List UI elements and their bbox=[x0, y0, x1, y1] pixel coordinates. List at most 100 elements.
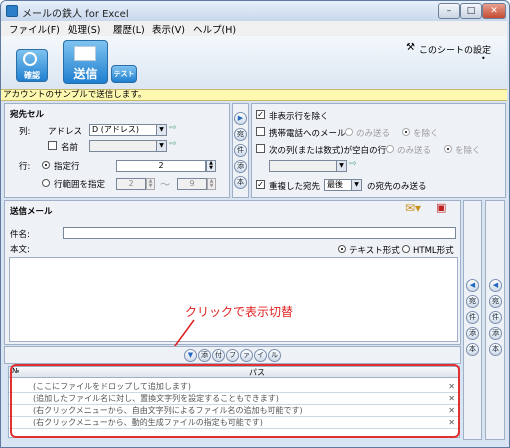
toggle-recipients-3[interactable]: 宛 bbox=[489, 295, 502, 308]
menu-view[interactable]: 表示(V) bbox=[152, 22, 185, 36]
name-column-select[interactable]: ▼ bbox=[89, 140, 167, 152]
range-from-spinner[interactable]: ▲ ▼ bbox=[146, 178, 155, 190]
attach-tab-5[interactable]: イ bbox=[254, 349, 267, 362]
duplicate-label: 重複した宛先 bbox=[269, 182, 321, 192]
duplicate-checkbox[interactable]: ✓ bbox=[256, 180, 265, 189]
toggle-body-2[interactable]: 本 bbox=[466, 343, 479, 356]
menu-process[interactable]: 処理(S) bbox=[68, 22, 100, 36]
name-checkbox[interactable] bbox=[48, 141, 57, 150]
duplicate-suffix: の宛先のみ送る bbox=[367, 182, 427, 192]
subject-input[interactable] bbox=[63, 227, 456, 239]
arrow-right-icon: ⇨ bbox=[349, 159, 357, 169]
blank-row-label: 次の列(または数式)が空白の行 bbox=[269, 146, 387, 156]
range-to-input[interactable]: 9 bbox=[177, 178, 207, 190]
hammer-icon: ⚒ bbox=[406, 42, 415, 53]
body-label: 本文: bbox=[10, 245, 30, 255]
text-format-label: テキスト形式 bbox=[349, 246, 400, 256]
toggle-recipients-2[interactable]: 宛 bbox=[466, 295, 479, 308]
row-label: 行: bbox=[19, 162, 31, 172]
specified-row-radio[interactable] bbox=[42, 161, 50, 169]
attach-tab-6[interactable]: ル bbox=[268, 349, 281, 362]
duplicate-value: 最後 bbox=[327, 180, 343, 189]
toggle-body[interactable]: 本 bbox=[234, 176, 247, 189]
menu-history[interactable]: 履歴(L) bbox=[113, 22, 145, 36]
duplicate-select[interactable]: 最後 ▼ bbox=[324, 179, 362, 191]
specified-row-label: 指定行 bbox=[54, 162, 80, 172]
toggle-subject-2[interactable]: 件 bbox=[466, 311, 479, 324]
recipients-panel: 宛先セル 列: アドレス D (アドレス) ▼ ⇨ 名前 ▼ ⇨ 行: 指定行 2… bbox=[4, 103, 230, 198]
clear-icon[interactable]: ▣ bbox=[436, 201, 446, 214]
mail-title: 送信メール bbox=[10, 207, 53, 217]
collapse-arrow-icon[interactable]: ◀ bbox=[489, 279, 502, 292]
dropdown-arrow-icon: ▼ bbox=[351, 180, 361, 190]
attach-tab-4[interactable]: ァ bbox=[240, 349, 253, 362]
blank-exclude-label: を除く bbox=[455, 146, 481, 156]
toggle-attach-2[interactable]: 添 bbox=[466, 327, 479, 340]
html-format-label: HTML形式 bbox=[413, 246, 454, 256]
toggle-body-3[interactable]: 本 bbox=[489, 343, 502, 356]
test-button[interactable]: テスト bbox=[111, 65, 137, 83]
collapse-arrow-icon[interactable]: ◀ bbox=[466, 279, 479, 292]
app-icon bbox=[6, 5, 18, 17]
mobile-only-send-radio[interactable] bbox=[345, 128, 353, 136]
toggle-attach-3[interactable]: 添 bbox=[489, 327, 502, 340]
row-spinner[interactable]: ▲ ▼ bbox=[206, 160, 216, 172]
envelope-icon bbox=[74, 46, 96, 61]
close-button[interactable]: ✕ bbox=[482, 3, 506, 19]
side-toggle-bar-top: ▶ 宛 件 添 本 bbox=[232, 103, 249, 198]
confirm-label: 確認 bbox=[24, 71, 40, 80]
subject-label: 件名: bbox=[10, 230, 30, 240]
attach-tab-2[interactable]: 付 bbox=[212, 349, 225, 362]
attach-tab-strip: ▼ 添 付 フ ァ イ ル bbox=[4, 346, 461, 364]
column-label: 列: bbox=[19, 127, 31, 137]
row-range-label: 行範囲を指定 bbox=[54, 180, 106, 190]
menu-help[interactable]: ヘルプ(H) bbox=[193, 22, 236, 36]
mobile-exclude-label: を除く bbox=[413, 129, 439, 139]
collapse-down-icon[interactable]: ▼ bbox=[184, 349, 197, 362]
range-to-spinner[interactable]: ▲ ▼ bbox=[207, 178, 216, 190]
dropdown-arrow-icon: ▼ bbox=[336, 161, 346, 171]
address-column-select[interactable]: D (アドレス) ▼ bbox=[89, 124, 167, 136]
toggle-subject-3[interactable]: 件 bbox=[489, 311, 502, 324]
send-label: 送信 bbox=[73, 67, 98, 81]
minimize-button[interactable]: – bbox=[438, 3, 460, 19]
blank-only-send-label: のみ送る bbox=[397, 146, 432, 156]
toolbar: 確認 送信 テスト ⚒ このシートの設定 • bbox=[1, 36, 507, 89]
annotation-text: クリックで表示切替 bbox=[185, 305, 294, 319]
text-format-radio[interactable] bbox=[338, 245, 346, 253]
blank-column-select[interactable]: ▼ bbox=[269, 160, 347, 172]
dot-icon: • bbox=[481, 54, 486, 63]
maximize-button[interactable]: □ bbox=[460, 3, 482, 19]
body-textarea[interactable] bbox=[9, 257, 458, 342]
row-range-radio[interactable] bbox=[42, 179, 50, 187]
mobile-only-send-label: のみ送る bbox=[356, 129, 391, 139]
toggle-subject[interactable]: 件 bbox=[234, 144, 247, 157]
html-format-radio[interactable] bbox=[402, 245, 410, 253]
exclude-hidden-checkbox[interactable]: ✓ bbox=[256, 110, 265, 119]
blank-row-checkbox[interactable] bbox=[256, 144, 265, 153]
dropdown-arrow-icon: ▼ bbox=[156, 125, 166, 135]
specified-row-input[interactable]: 2 bbox=[116, 160, 206, 172]
range-from-input[interactable]: 2 bbox=[116, 178, 146, 190]
attach-tab-1[interactable]: 添 bbox=[198, 349, 211, 362]
attach-tab-3[interactable]: フ bbox=[226, 349, 239, 362]
name-label: 名前 bbox=[61, 143, 79, 153]
menu-file[interactable]: ファイル(F) bbox=[9, 22, 60, 36]
mobile-mail-checkbox[interactable] bbox=[256, 127, 265, 136]
annotation-highlight-box bbox=[10, 364, 460, 438]
arrow-right-icon: ⇨ bbox=[169, 139, 177, 149]
recipients-title: 宛先セル bbox=[10, 110, 45, 120]
address-column-value: D (アドレス) bbox=[92, 125, 139, 134]
mobile-exclude-radio[interactable] bbox=[402, 128, 410, 136]
template-icon[interactable]: ✉▾ bbox=[405, 201, 421, 215]
arrow-right-icon: ⇨ bbox=[169, 123, 177, 133]
toggle-attach[interactable]: 添 bbox=[234, 160, 247, 173]
blank-exclude-radio[interactable] bbox=[444, 145, 452, 153]
magnifier-icon bbox=[23, 52, 37, 66]
test-label: テスト bbox=[113, 70, 135, 78]
blank-only-send-radio[interactable] bbox=[386, 145, 394, 153]
menu-bar: ファイル(F) 処理(S) 履歴(L) 表示(V) ヘルプ(H) bbox=[1, 21, 507, 36]
range-tilde: 〜 bbox=[160, 180, 170, 191]
collapse-arrow-icon[interactable]: ▶ bbox=[234, 112, 247, 125]
toggle-recipients[interactable]: 宛 bbox=[234, 128, 247, 141]
